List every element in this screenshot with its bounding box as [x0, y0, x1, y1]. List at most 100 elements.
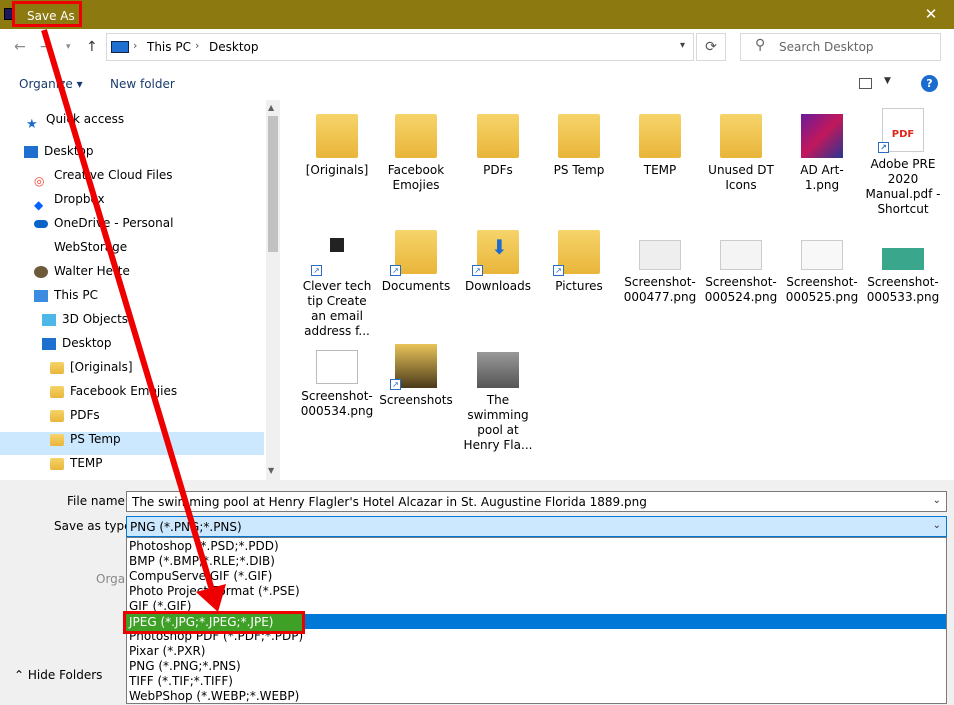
type-option[interactable]: BMP (*.BMP;*.RLE;*.DIB)	[129, 554, 275, 569]
nav-item-label: 3D Objects	[62, 312, 129, 326]
nav-item-dropbox[interactable]: ◆ Dropbox	[34, 188, 105, 212]
type-option[interactable]: Pixar (*.PXR)	[129, 644, 205, 659]
recent-dropdown-icon[interactable]: ▾	[66, 42, 71, 52]
breadcrumb-this-pc[interactable]: This PC	[147, 40, 191, 54]
save-type-select[interactable]: PNG (*.PNG;*.PNS) ⌄	[126, 516, 947, 537]
folder-icon: ↗	[553, 230, 600, 276]
folder-icon	[316, 114, 358, 158]
nav-item-quick-access[interactable]: ★ Quick access	[26, 108, 124, 132]
type-option[interactable]: CompuServe GIF (*.GIF)	[129, 569, 272, 584]
type-option[interactable]: Photoshop (*.PSD;*.PDD)	[129, 539, 279, 554]
image-thumbnail-icon	[882, 248, 924, 270]
nav-item-3d-objects[interactable]: 3D Objects	[42, 308, 128, 330]
chevron-down-icon[interactable]: ⌄	[933, 495, 941, 506]
file-item-ad-art[interactable]: AD Art-1.png	[784, 114, 860, 193]
file-item-screenshot-000525[interactable]: Screenshot-000525.png	[784, 230, 860, 305]
up-arrow-icon[interactable]: ↑	[86, 39, 98, 55]
file-item-swimming-pool[interactable]: The swimming pool at Henry Fla...	[460, 344, 536, 453]
file-item-screenshot-000534[interactable]: Screenshot-000534.png	[299, 344, 375, 419]
scroll-up-icon[interactable]: ▲	[268, 103, 274, 112]
folder-icon	[720, 114, 762, 158]
nav-item-this-pc[interactable]: This PC	[34, 284, 98, 306]
forward-arrow-icon[interactable]: →	[40, 39, 52, 55]
file-item-originals[interactable]: [Originals]	[299, 114, 375, 178]
nav-item-label: TEMP	[70, 456, 103, 470]
help-button[interactable]: ?	[921, 75, 938, 92]
address-bar[interactable]: › This PC › Desktop ▾	[106, 33, 694, 61]
file-item-screenshot-000524[interactable]: Screenshot-000524.png	[703, 230, 779, 305]
chevron-down-icon[interactable]: ▼	[884, 76, 891, 86]
back-arrow-icon[interactable]: ←	[14, 39, 26, 55]
file-item-screenshot-000477[interactable]: Screenshot-000477.png	[622, 230, 698, 305]
save-type-value: PNG (*.PNG;*.PNS)	[130, 520, 242, 534]
file-item-pdfs[interactable]: PDFs	[460, 114, 536, 178]
user-icon	[34, 265, 48, 278]
nav-scrollbar[interactable]: ▲ ▼	[266, 100, 280, 480]
scroll-down-icon[interactable]: ▼	[268, 466, 274, 475]
shortcut-arrow-icon: ↗	[878, 142, 889, 153]
chevron-up-icon: ⌃	[14, 668, 25, 682]
selected-row-highlight	[0, 432, 264, 455]
nav-item-creative-cloud[interactable]: ◎ Creative Cloud Files	[34, 164, 173, 188]
file-name: Clever tech tip Create an email address …	[302, 279, 372, 338]
folder-icon	[395, 114, 437, 158]
nav-item-label: Dropbox	[54, 192, 105, 206]
hide-folders-button[interactable]: ⌃ Hide Folders	[14, 668, 102, 682]
file-item-pictures[interactable]: ↗ Pictures	[541, 230, 617, 294]
nav-item-pdfs[interactable]: PDFs	[50, 404, 100, 426]
file-name-field[interactable]: The swimming pool at Henry Flagler's Hot…	[126, 491, 947, 512]
file-item-downloads[interactable]: ⬇ ↗ Downloads	[460, 230, 536, 294]
image-thumbnail-icon	[801, 240, 843, 270]
folder-icon	[639, 114, 681, 158]
file-name: Screenshot-000524.png	[704, 275, 778, 304]
type-option[interactable]: PNG (*.PNG;*.PNS)	[129, 659, 241, 674]
nav-item-facebook-emojies[interactable]: Facebook Emojies	[50, 380, 177, 402]
new-folder-button[interactable]: New folder	[110, 77, 175, 91]
nav-item-walter-hette[interactable]: Walter Hette	[34, 260, 130, 282]
file-name-label: File name:	[67, 494, 129, 508]
type-option[interactable]: TIFF (*.TIF;*.TIFF)	[129, 674, 233, 689]
file-name: Screenshot-000534.png	[300, 389, 374, 418]
image-thumbnail-icon	[477, 352, 519, 388]
image-thumbnail-icon	[639, 240, 681, 270]
scrollbar-thumb[interactable]	[268, 116, 278, 252]
file-item-unused-dt-icons[interactable]: Unused DT Icons	[703, 114, 779, 193]
nav-item-webstorage[interactable]: WebStorage	[34, 236, 127, 258]
organize-button[interactable]: Organize ▾	[19, 77, 83, 91]
refresh-button[interactable]: ⟳	[696, 33, 726, 61]
computer-icon	[34, 289, 48, 302]
file-item-screenshot-000533[interactable]: Screenshot-000533.png	[865, 230, 941, 305]
file-item-clever-tech-tip[interactable]: ↗ Clever tech tip Create an email address…	[299, 230, 375, 339]
type-option-label: JPEG (*.JPG;*.JPEG;*.JPE)	[129, 615, 274, 629]
search-placeholder: Search Desktop	[779, 40, 874, 54]
nav-item-desktop[interactable]: Desktop	[24, 140, 94, 162]
image-thumbnail-icon	[316, 350, 358, 384]
nav-item-originals[interactable]: [Originals]	[50, 356, 133, 378]
search-input[interactable]: ⚲ Search Desktop	[740, 33, 941, 61]
chevron-down-icon[interactable]: ⌄	[933, 520, 941, 531]
type-option[interactable]: WebPShop (*.WEBP;*.WEBP)	[129, 689, 299, 704]
file-item-documents[interactable]: ↗ Documents	[378, 230, 454, 294]
type-option[interactable]: Photo Project Format (*.PSE)	[129, 584, 300, 599]
folder-icon: ⬇ ↗	[472, 230, 519, 276]
pdf-icon: PDF ↗	[878, 108, 924, 153]
file-item-temp[interactable]: TEMP	[622, 114, 698, 178]
nav-item-desktop-selected[interactable]: Desktop	[42, 332, 112, 354]
cube-icon	[42, 313, 56, 326]
file-item-adobe-pre-manual[interactable]: PDF ↗ Adobe PRE 2020 Manual.pdf - Shortcut	[865, 108, 941, 217]
chevron-down-icon[interactable]: ▾	[680, 40, 685, 51]
breadcrumb-desktop[interactable]: Desktop	[209, 40, 259, 54]
file-item-ps-temp[interactable]: PS Temp	[541, 114, 617, 178]
file-item-screenshots[interactable]: ↗ Screenshots	[378, 344, 454, 408]
command-bar: Organize ▾ New folder	[0, 69, 954, 99]
close-button[interactable]: ✕	[908, 0, 954, 29]
file-item-facebook-emojies[interactable]: Facebook Emojies	[378, 114, 454, 193]
view-options-icon[interactable]	[859, 78, 872, 89]
file-name: PDFs	[483, 163, 513, 177]
nav-item-onedrive[interactable]: OneDrive - Personal	[34, 212, 173, 234]
nav-item-label: Desktop	[62, 336, 112, 350]
nav-item-temp[interactable]: TEMP	[50, 452, 103, 474]
jpeg-option-highlighted[interactable]: JPEG (*.JPG;*.JPEG;*.JPE)	[123, 611, 305, 634]
title-bar: Save As ✕	[0, 0, 954, 29]
nav-item-ps-temp[interactable]: PS Temp	[50, 428, 121, 450]
